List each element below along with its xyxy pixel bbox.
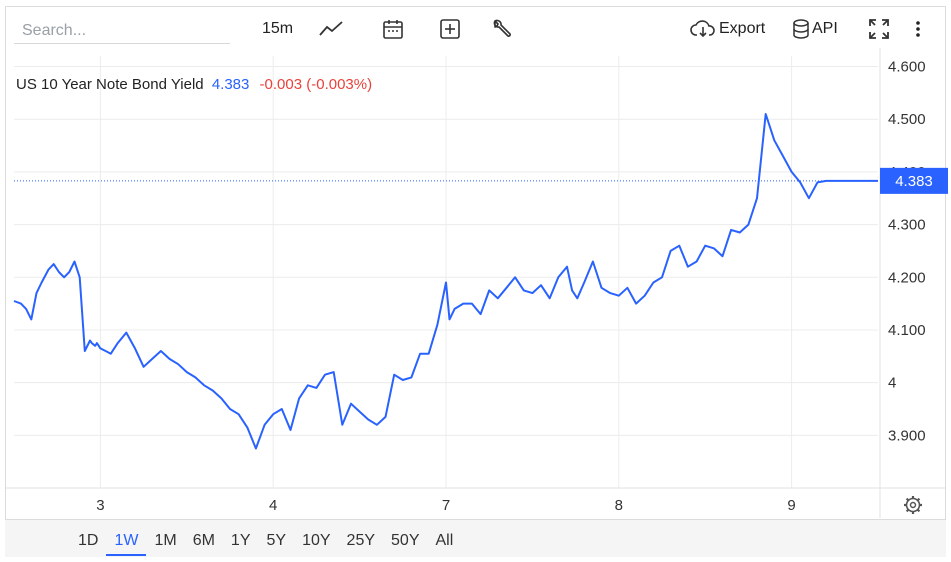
range-button-50y[interactable]: 50Y <box>383 530 427 556</box>
range-button-1w[interactable]: 1W <box>106 530 147 556</box>
grid-layer <box>14 56 878 488</box>
last-value: 4.383 <box>211 76 250 93</box>
x-tick-label: 9 <box>787 497 795 514</box>
range-button-6m[interactable]: 6M <box>185 530 223 556</box>
x-tick-label: 3 <box>96 497 104 514</box>
instrument-title: US 10 Year Note Bond Yield <box>16 76 204 93</box>
axis-layer: 4.6004.5004.4004.3004.2004.10043.9003478… <box>6 48 945 518</box>
y-tick-label: 4.100 <box>888 322 926 339</box>
chart-settings-button[interactable] <box>904 496 922 514</box>
range-button-25y[interactable]: 25Y <box>339 530 383 556</box>
y-tick-label: 4.200 <box>888 269 926 286</box>
range-button-all[interactable]: All <box>427 530 461 556</box>
y-tick-label: 4 <box>888 375 896 392</box>
x-tick-label: 7 <box>442 497 450 514</box>
y-tick-label: 4.600 <box>888 59 926 76</box>
y-tick-label: 4.300 <box>888 217 926 234</box>
y-tick-label: 4.500 <box>888 111 926 128</box>
gear-icon <box>905 497 921 513</box>
range-button-1m[interactable]: 1M <box>146 530 184 556</box>
change-value: -0.003 (-0.003%) <box>259 76 373 93</box>
gear-icon-center <box>909 501 917 509</box>
x-tick-label: 8 <box>615 497 623 514</box>
range-selector: 1D 1W 1M 6M 1Y 5Y 10Y 25Y 50Y All <box>70 530 461 556</box>
range-button-10y[interactable]: 10Y <box>294 530 338 556</box>
range-button-1y[interactable]: 1Y <box>223 530 259 556</box>
x-tick-label: 4 <box>269 497 277 514</box>
last-value-badge-label: 4.383 <box>895 173 933 190</box>
y-tick-label: 3.900 <box>888 427 926 444</box>
range-button-1d[interactable]: 1D <box>70 530 106 556</box>
chart-legend: US 10 Year Note Bond Yield 4.383 -0.003 … <box>16 76 372 93</box>
range-button-5y[interactable]: 5Y <box>259 530 295 556</box>
